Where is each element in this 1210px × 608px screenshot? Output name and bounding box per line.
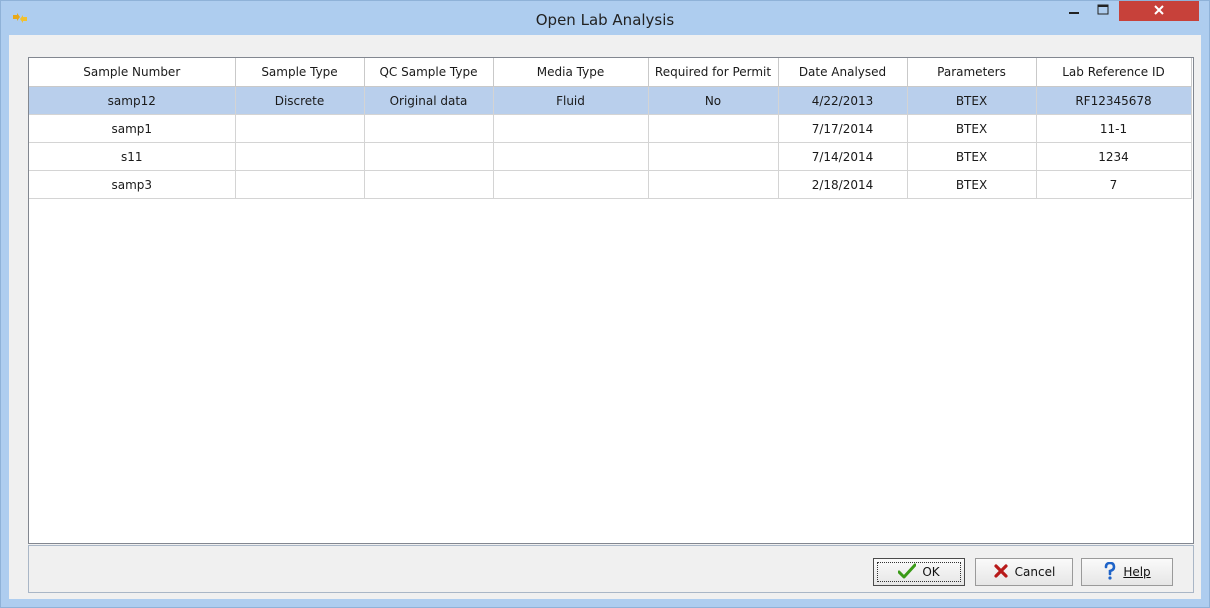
column-header-lab-reference-id[interactable]: Lab Reference ID bbox=[1036, 58, 1192, 87]
column-header-media-type[interactable]: Media Type bbox=[493, 58, 649, 87]
column-header-required-for-permit[interactable]: Required for Permit bbox=[648, 58, 779, 87]
cell-sample-number[interactable]: samp1 bbox=[29, 114, 236, 143]
cell-media-type[interactable] bbox=[493, 142, 649, 171]
window-title: Open Lab Analysis bbox=[535, 11, 675, 29]
cell-parameters[interactable]: BTEX bbox=[907, 114, 1037, 143]
cell-required-for-permit[interactable] bbox=[648, 114, 779, 143]
cell-date-analysed[interactable]: 2/18/2014 bbox=[778, 170, 908, 199]
focus-ring bbox=[877, 562, 961, 582]
cell-qc-sample-type[interactable] bbox=[364, 114, 494, 143]
cell-required-for-permit[interactable] bbox=[648, 170, 779, 199]
close-button[interactable] bbox=[1119, 1, 1199, 21]
help-button[interactable]: Help bbox=[1081, 558, 1173, 586]
cell-media-type[interactable] bbox=[493, 170, 649, 199]
cell-qc-sample-type[interactable]: Original data bbox=[364, 86, 494, 115]
maximize-icon bbox=[1097, 4, 1109, 19]
column-header-sample-number[interactable]: Sample Number bbox=[29, 58, 236, 87]
cancel-button[interactable]: Cancel bbox=[975, 558, 1073, 586]
ok-button[interactable]: OK bbox=[873, 558, 965, 586]
column-header-sample-type[interactable]: Sample Type bbox=[235, 58, 365, 87]
button-panel: OK Cancel Help bbox=[28, 545, 1194, 593]
cell-sample-number[interactable]: samp3 bbox=[29, 170, 236, 199]
cell-sample-number[interactable]: s11 bbox=[29, 142, 236, 171]
title-bar[interactable]: Open Lab Analysis bbox=[1, 1, 1209, 35]
dialog-content: Sample Number Sample Type QC Sample Type… bbox=[9, 35, 1201, 599]
help-button-label: Help bbox=[1123, 565, 1151, 579]
cell-sample-type[interactable] bbox=[235, 114, 365, 143]
cell-parameters[interactable]: BTEX bbox=[907, 170, 1037, 199]
cell-parameters[interactable]: BTEX bbox=[907, 142, 1037, 171]
header-row: Sample Number Sample Type QC Sample Type… bbox=[29, 58, 1192, 87]
x-icon bbox=[993, 563, 1009, 582]
minimize-icon bbox=[1068, 4, 1080, 19]
cell-sample-type[interactable] bbox=[235, 142, 365, 171]
cell-date-analysed[interactable]: 4/22/2013 bbox=[778, 86, 908, 115]
cell-lab-reference-id[interactable]: 11-1 bbox=[1036, 114, 1192, 143]
cell-date-analysed[interactable]: 7/14/2014 bbox=[778, 142, 908, 171]
cell-sample-type[interactable] bbox=[235, 170, 365, 199]
dialog-window: Open Lab Analysis Sample Number Sample T… bbox=[0, 0, 1210, 608]
cell-lab-reference-id[interactable]: 7 bbox=[1036, 170, 1192, 199]
table-row[interactable]: s11 7/14/2014 BTEX 1234 bbox=[29, 142, 1192, 171]
lab-analysis-grid[interactable]: Sample Number Sample Type QC Sample Type… bbox=[28, 57, 1194, 544]
table-row[interactable]: samp3 2/18/2014 BTEX 7 bbox=[29, 170, 1192, 199]
cell-sample-number[interactable]: samp12 bbox=[29, 86, 236, 115]
cell-lab-reference-id[interactable]: 1234 bbox=[1036, 142, 1192, 171]
cell-media-type[interactable] bbox=[493, 114, 649, 143]
column-header-parameters[interactable]: Parameters bbox=[907, 58, 1037, 87]
cell-required-for-permit[interactable]: No bbox=[648, 86, 779, 115]
cell-qc-sample-type[interactable] bbox=[364, 170, 494, 199]
table-row[interactable]: samp12 Discrete Original data Fluid No 4… bbox=[29, 86, 1192, 115]
cell-sample-type[interactable]: Discrete bbox=[235, 86, 365, 115]
column-header-date-analysed[interactable]: Date Analysed bbox=[778, 58, 908, 87]
cell-required-for-permit[interactable] bbox=[648, 142, 779, 171]
lab-analysis-table: Sample Number Sample Type QC Sample Type… bbox=[29, 58, 1192, 199]
close-icon bbox=[1153, 4, 1165, 19]
minimize-button[interactable] bbox=[1059, 1, 1089, 22]
maximize-button[interactable] bbox=[1089, 1, 1117, 22]
column-header-qc-sample-type[interactable]: QC Sample Type bbox=[364, 58, 494, 87]
cancel-button-label: Cancel bbox=[1014, 565, 1056, 579]
cell-lab-reference-id[interactable]: RF12345678 bbox=[1036, 86, 1192, 115]
cell-media-type[interactable]: Fluid bbox=[493, 86, 649, 115]
cell-parameters[interactable]: BTEX bbox=[907, 86, 1037, 115]
cell-qc-sample-type[interactable] bbox=[364, 142, 494, 171]
question-mark-icon bbox=[1103, 561, 1117, 583]
table-row[interactable]: samp1 7/17/2014 BTEX 11-1 bbox=[29, 114, 1192, 143]
cell-date-analysed[interactable]: 7/17/2014 bbox=[778, 114, 908, 143]
